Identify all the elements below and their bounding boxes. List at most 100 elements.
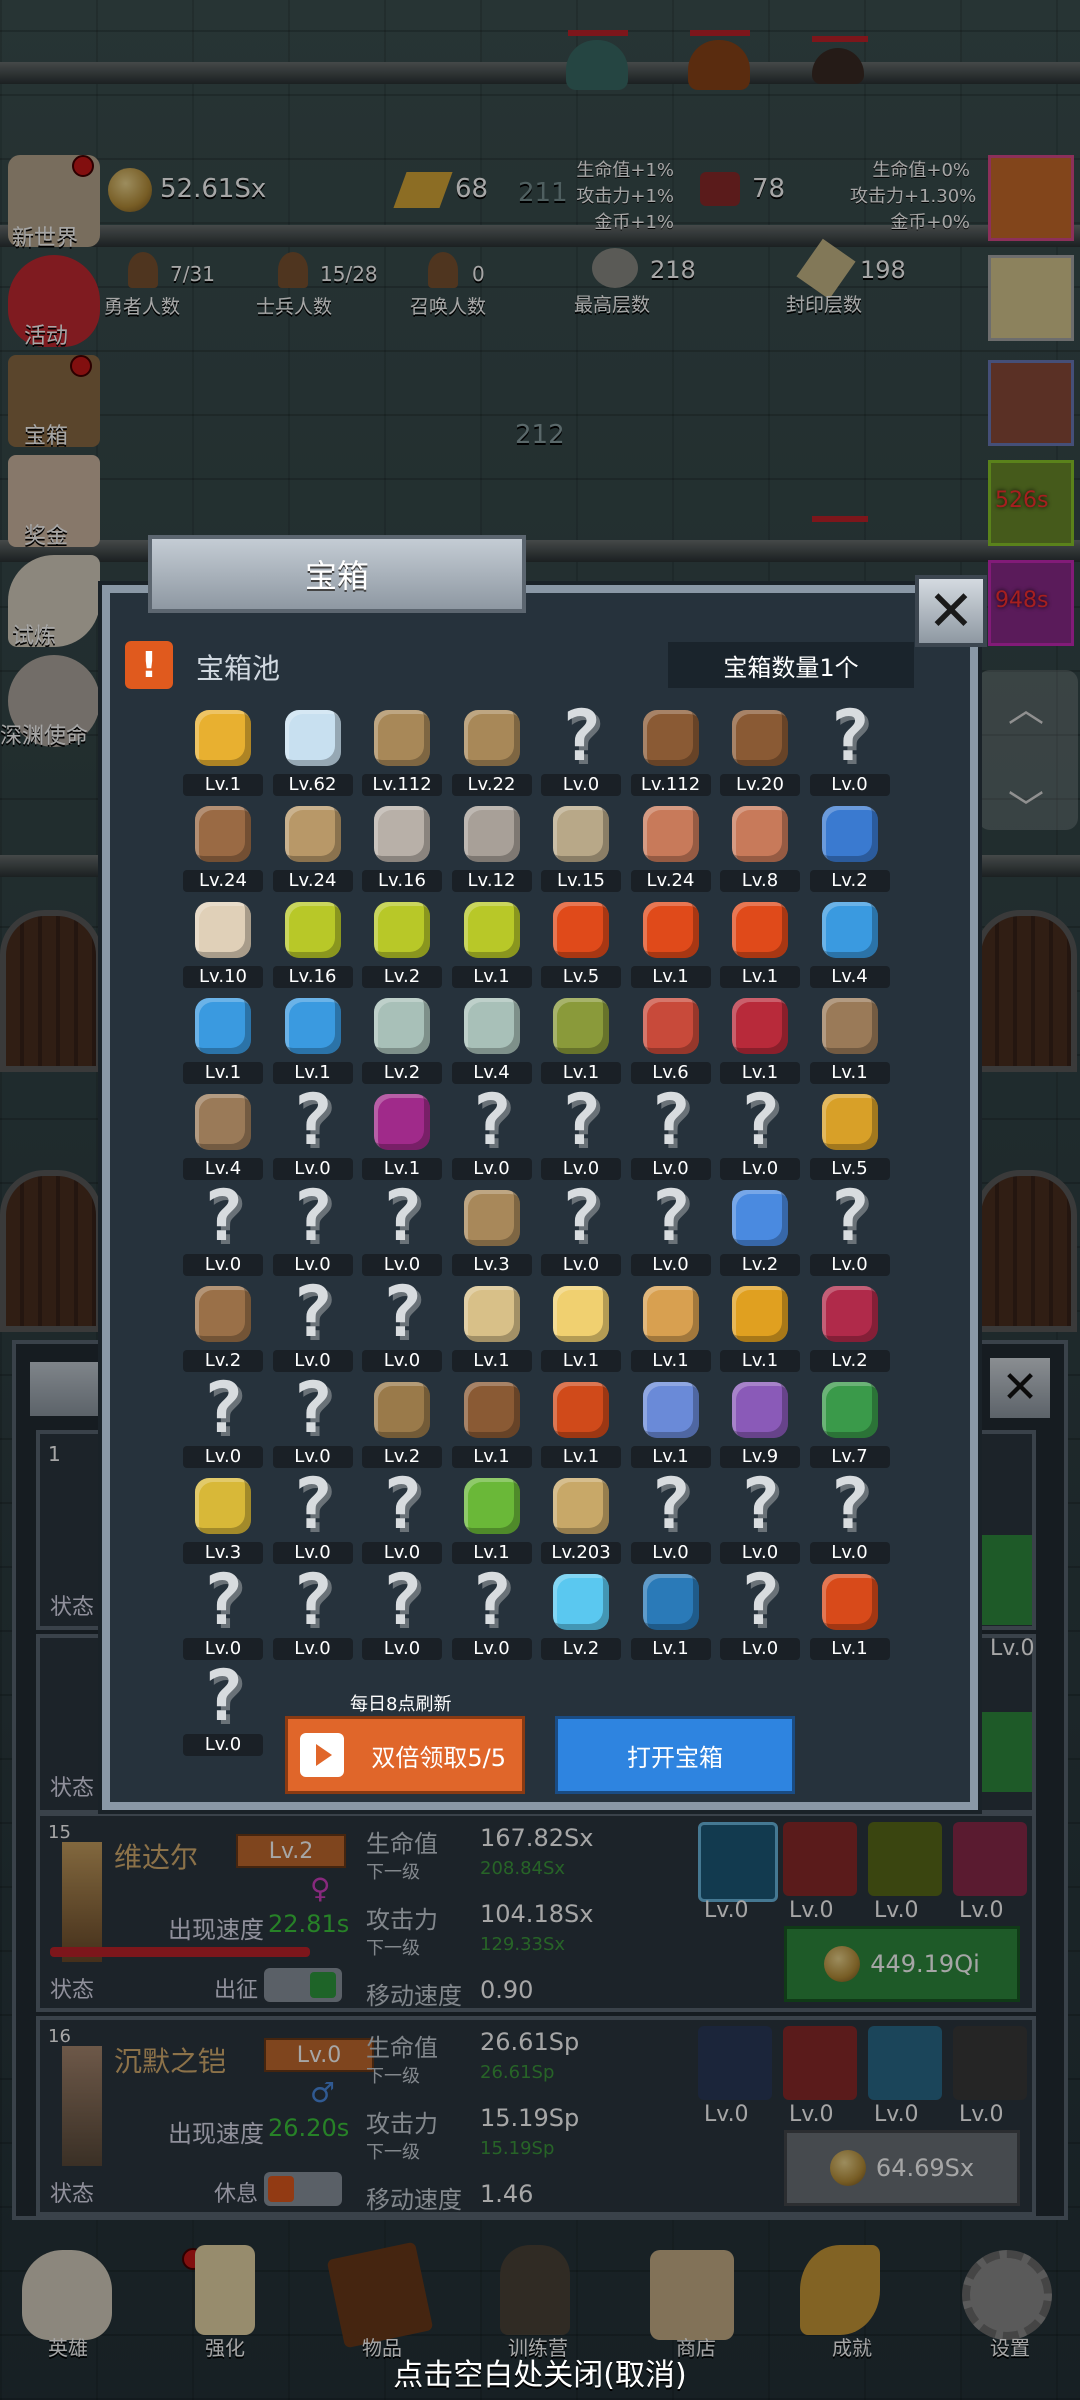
chest-item[interactable]: Lv.20: [720, 702, 800, 802]
chest-item[interactable]: Lv.4: [183, 1086, 263, 1186]
jar-icon: [732, 1286, 788, 1342]
crystal-icon: [821, 1286, 878, 1342]
chest-item[interactable]: Lv.1: [630, 894, 711, 994]
chest-item[interactable]: Lv.7: [809, 1374, 890, 1474]
close-hint[interactable]: 点击空白处关闭(取消): [0, 2350, 1080, 2394]
chest-item[interactable]: ? Lv.0: [362, 1181, 442, 1282]
chest-item[interactable]: Lv.24: [630, 798, 711, 898]
chest-item[interactable]: ? Lv.0: [630, 1085, 711, 1186]
chest-item[interactable]: Lv.4: [809, 894, 890, 994]
chest-item[interactable]: Lv.1: [809, 1566, 890, 1666]
chest-item[interactable]: Lv.9: [720, 1374, 800, 1474]
chest-item[interactable]: Lv.2: [720, 1182, 800, 1282]
chest-item[interactable]: Lv.2: [362, 1374, 442, 1474]
chest-item[interactable]: Lv.1: [272, 990, 353, 1090]
chest-item[interactable]: Lv.2: [362, 990, 442, 1090]
item-level: Lv.0: [183, 1446, 263, 1468]
chest-item[interactable]: Lv.1: [630, 1278, 711, 1378]
armor-icon: [642, 710, 699, 766]
chest-item[interactable]: ? Lv.0: [451, 1085, 532, 1186]
red-potion-icon: [732, 902, 788, 958]
chest-item[interactable]: Lv.1: [451, 1374, 532, 1474]
modal-close-button[interactable]: ✕: [915, 575, 987, 647]
chest-item[interactable]: Lv.12: [451, 798, 532, 898]
chest-item[interactable]: ? Lv.0: [809, 1181, 890, 1282]
chest-item[interactable]: ? Lv.0: [272, 1373, 353, 1474]
unknown-icon: ?: [738, 1079, 782, 1161]
chest-item[interactable]: Lv.5: [809, 1086, 890, 1186]
chest-item[interactable]: Lv.24: [272, 798, 353, 898]
chest-item[interactable]: ? Lv.0: [541, 1085, 621, 1186]
chest-item[interactable]: Lv.1: [451, 894, 532, 994]
unknown-icon: ?: [291, 1559, 334, 1641]
chest-item[interactable]: ? Lv.0: [720, 1079, 800, 1186]
chest-item[interactable]: ? Lv.0: [272, 1559, 353, 1666]
chest-item[interactable]: ? Lv.0: [272, 1469, 353, 1570]
chest-item[interactable]: Lv.1: [630, 1374, 711, 1474]
chest-item[interactable]: ? Lv.0: [809, 1469, 890, 1570]
staff-icon: [463, 1190, 520, 1246]
chest-item[interactable]: ? Lv.0: [541, 1181, 621, 1282]
item-level: Lv.1: [809, 1062, 890, 1084]
chest-item[interactable]: Lv.112: [630, 702, 711, 802]
chest-item[interactable]: ? Lv.0: [809, 701, 890, 802]
chest-item[interactable]: Lv.16: [362, 798, 442, 898]
open-chest-button[interactable]: 打开宝箱: [555, 1716, 795, 1794]
chest-item[interactable]: Lv.15: [541, 798, 621, 898]
chest-item[interactable]: Lv.10: [183, 894, 263, 994]
chest-item[interactable]: Lv.24: [183, 798, 263, 898]
chest-item[interactable]: ? Lv.0: [630, 1469, 711, 1570]
chest-item[interactable]: Lv.1: [183, 990, 263, 1090]
chest-item[interactable]: Lv.2: [809, 1278, 890, 1378]
chest-item[interactable]: ? Lv.0: [362, 1277, 442, 1378]
chest-item[interactable]: Lv.1: [630, 1566, 711, 1666]
double-claim-button[interactable]: 双倍领取5/5: [285, 1716, 525, 1794]
chest-item[interactable]: Lv.1: [720, 1278, 800, 1378]
chest-item[interactable]: Lv.8: [720, 798, 800, 898]
unknown-icon: ?: [291, 1175, 334, 1257]
chest-item[interactable]: ? Lv.0: [272, 1277, 353, 1378]
chest-item[interactable]: Lv.1: [720, 894, 800, 994]
chest-item[interactable]: Lv.2: [541, 1566, 621, 1666]
chest-item[interactable]: Lv.1: [183, 702, 263, 802]
chest-item[interactable]: ? Lv.0: [272, 1085, 353, 1186]
chest-item[interactable]: Lv.2: [809, 798, 890, 898]
chest-item[interactable]: Lv.3: [451, 1182, 532, 1282]
chest-item[interactable]: Lv.1: [720, 990, 800, 1090]
chest-item[interactable]: ? Lv.0: [451, 1565, 532, 1666]
chest-item[interactable]: ? Lv.0: [183, 1181, 263, 1282]
chest-item[interactable]: Lv.16: [272, 894, 353, 994]
chest-item[interactable]: ? Lv.0: [183, 1565, 263, 1666]
chest-item[interactable]: Lv.203: [541, 1470, 621, 1570]
chest-item[interactable]: Lv.6: [630, 990, 711, 1090]
chest-item[interactable]: Lv.5: [541, 894, 621, 994]
chest-item[interactable]: ? Lv.0: [183, 1661, 263, 1762]
chest-item[interactable]: Lv.2: [362, 894, 442, 994]
item-level: Lv.22: [451, 774, 532, 796]
red-bottle-icon: [642, 998, 699, 1054]
chest-item[interactable]: ? Lv.0: [362, 1565, 442, 1666]
chest-item[interactable]: Lv.1: [451, 1278, 532, 1378]
chest-item[interactable]: Lv.2: [183, 1278, 263, 1378]
unknown-icon: ?: [649, 1175, 692, 1257]
bread-icon: [195, 902, 251, 958]
chest-item[interactable]: Lv.22: [451, 702, 532, 802]
chest-item[interactable]: ? Lv.0: [272, 1175, 353, 1282]
chest-item[interactable]: ? Lv.0: [720, 1565, 800, 1666]
chest-item[interactable]: Lv.1: [451, 1470, 532, 1570]
chest-item[interactable]: Lv.1: [541, 990, 621, 1090]
chest-item[interactable]: Lv.3: [183, 1470, 263, 1570]
chest-item[interactable]: Lv.1: [809, 990, 890, 1090]
chest-item[interactable]: ? Lv.0: [183, 1373, 263, 1474]
wand-icon: [732, 1190, 788, 1246]
chest-item[interactable]: Lv.4: [451, 990, 532, 1090]
chest-item[interactable]: ? Lv.0: [362, 1469, 442, 1570]
chest-item[interactable]: ? Lv.0: [541, 701, 621, 802]
chest-item[interactable]: Lv.62: [272, 702, 353, 802]
chest-item[interactable]: Lv.1: [541, 1374, 621, 1474]
chest-item[interactable]: ? Lv.0: [720, 1469, 800, 1570]
chest-item[interactable]: ? Lv.0: [630, 1175, 711, 1282]
chest-item[interactable]: Lv.112: [362, 702, 442, 802]
chest-item[interactable]: Lv.1: [541, 1278, 621, 1378]
chest-item[interactable]: Lv.1: [362, 1086, 442, 1186]
